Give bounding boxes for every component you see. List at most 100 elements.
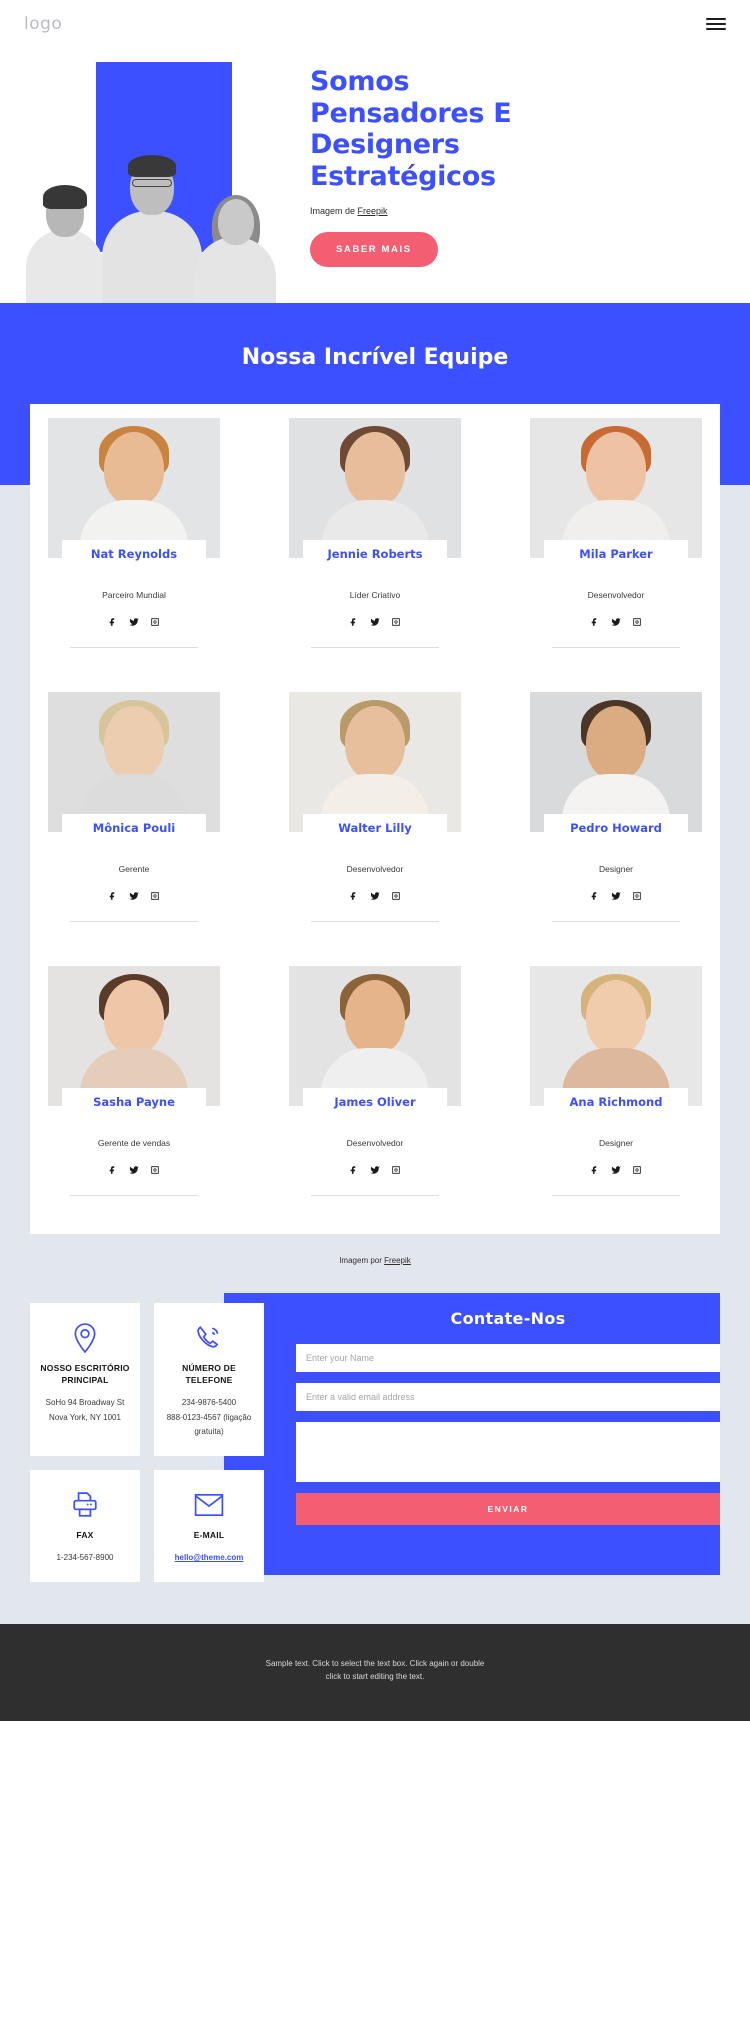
instagram-icon[interactable] <box>391 614 401 632</box>
member-role: Líder Criativo <box>349 590 401 600</box>
hero-credit-link[interactable]: Freepik <box>358 206 388 216</box>
member-name: Nat Reynolds <box>62 540 206 569</box>
hero-title-line: Somos <box>310 66 410 97</box>
member-socials <box>289 888 461 906</box>
twitter-icon[interactable] <box>129 614 139 632</box>
member-name: Mila Parker <box>544 540 688 569</box>
enviar-button[interactable]: ENVIAR <box>296 1493 720 1525</box>
team-member-card: Jennie Roberts Líder Criativo <box>289 418 461 664</box>
instagram-icon[interactable] <box>150 1162 160 1180</box>
contact-info-line: 1-234-567-8900 <box>56 1553 114 1563</box>
member-name: Mônica Pouli <box>62 814 206 843</box>
saber-mais-button[interactable]: SABER MAIS <box>310 232 438 268</box>
member-socials <box>289 1162 461 1180</box>
facebook-icon[interactable] <box>108 888 118 906</box>
site-header: logo <box>0 0 750 48</box>
email-input[interactable] <box>296 1383 720 1411</box>
member-face <box>586 706 646 780</box>
team-member-card: James Oliver Desenvolvedor <box>289 966 461 1212</box>
team-member-card: Nat Reynolds Parceiro Mundial <box>48 418 220 664</box>
contact-info-title: NÚMERO DE TELEFONE <box>182 1363 236 1385</box>
printer-icon <box>38 1488 132 1522</box>
instagram-icon[interactable] <box>632 614 642 632</box>
logo[interactable]: logo <box>24 14 62 34</box>
team-grid: Nat Reynolds Parceiro Mundial Jennie Rober… <box>30 404 720 1234</box>
team-credit-prefix: Imagem por <box>339 1256 385 1265</box>
contact-email-link-wrap: hello@theme.com <box>162 1551 256 1566</box>
member-divider <box>552 921 680 922</box>
team-row: Mônica Pouli Gerente Walter Lilly Desenvolv… <box>30 692 720 938</box>
team-title: Nossa Incrível Equipe <box>241 345 509 370</box>
hero-image-credit: Imagem de Freepik <box>310 206 710 216</box>
contact-info-grid: NOSSO ESCRITÓRIO PRINCIPAL SoHo 94 Broadw… <box>30 1303 264 1582</box>
member-role: Designer <box>598 864 634 874</box>
facebook-icon[interactable] <box>349 888 359 906</box>
member-face <box>345 980 405 1054</box>
member-divider <box>311 1195 439 1196</box>
hero-title-line: Estratégicos <box>310 160 496 192</box>
instagram-icon[interactable] <box>150 888 160 906</box>
footer-line-1: Sample text. Click to select the text bo… <box>265 1658 485 1668</box>
member-socials <box>48 888 220 906</box>
twitter-icon[interactable] <box>611 1162 621 1180</box>
twitter-icon[interactable] <box>370 888 380 906</box>
facebook-icon[interactable] <box>108 614 118 632</box>
twitter-icon[interactable] <box>370 614 380 632</box>
team-member-card: Sasha Payne Gerente de vendas <box>48 966 220 1212</box>
facebook-icon[interactable] <box>590 1162 600 1180</box>
hamburger-icon[interactable] <box>706 15 726 33</box>
member-socials <box>530 1162 702 1180</box>
member-socials <box>530 614 702 632</box>
facebook-icon[interactable] <box>590 614 600 632</box>
member-divider <box>552 1195 680 1196</box>
member-name: Walter Lilly <box>303 814 447 843</box>
member-role: Desenvolvedor <box>346 864 404 874</box>
member-photo <box>289 966 461 1106</box>
hero-team-photo <box>18 128 288 303</box>
twitter-icon[interactable] <box>611 614 621 632</box>
member-role: Desenvolvedor <box>346 1138 404 1148</box>
phone-call-icon <box>162 1321 256 1355</box>
member-photo <box>289 692 461 832</box>
instagram-icon[interactable] <box>391 1162 401 1180</box>
contact-form-title: Contate-Nos <box>450 1309 566 1328</box>
member-role: Designer <box>598 1138 634 1148</box>
message-textarea[interactable] <box>296 1422 720 1482</box>
twitter-icon[interactable] <box>370 1162 380 1180</box>
member-socials <box>48 614 220 632</box>
team-image-credit: Imagem por Freepik <box>0 1234 750 1265</box>
member-face <box>104 706 164 780</box>
team-section: Nossa Incrível Equipe Nat Reynolds Parcei… <box>0 303 750 1265</box>
member-role: Parceiro Mundial <box>102 590 166 600</box>
hero-title-line: Pensadores E <box>310 97 512 129</box>
name-input[interactable] <box>296 1344 720 1372</box>
contact-info-card: FAX 1-234-567-8900 <box>30 1470 140 1582</box>
member-face <box>345 432 405 506</box>
twitter-icon[interactable] <box>129 1162 139 1180</box>
instagram-icon[interactable] <box>391 888 401 906</box>
twitter-icon[interactable] <box>611 888 621 906</box>
instagram-icon[interactable] <box>632 1162 642 1180</box>
member-photo <box>530 966 702 1106</box>
instagram-icon[interactable] <box>150 614 160 632</box>
member-divider <box>70 647 198 648</box>
member-role: Gerente de vendas <box>97 1138 171 1148</box>
contact-info-card: E-MAIL hello@theme.com <box>154 1470 264 1582</box>
contact-info-lines: 234-9876-5400 888-0123-4567 (ligação grat… <box>162 1396 256 1440</box>
contact-info-line: Nova York, NY 1001 <box>49 1412 121 1422</box>
member-photo <box>530 418 702 558</box>
hamburger-bar <box>706 23 726 25</box>
facebook-icon[interactable] <box>590 888 600 906</box>
instagram-icon[interactable] <box>632 888 642 906</box>
hero-title: Somos Pensadores E Designers Estratégico… <box>310 66 710 192</box>
facebook-icon[interactable] <box>349 614 359 632</box>
member-photo <box>48 418 220 558</box>
footer-line-2: click to start editing the text. <box>325 1671 425 1681</box>
contact-info-lines: 1-234-567-8900 <box>38 1551 132 1566</box>
contact-info-title: NOSSO ESCRITÓRIO PRINCIPAL <box>40 1363 130 1385</box>
facebook-icon[interactable] <box>108 1162 118 1180</box>
twitter-icon[interactable] <box>129 888 139 906</box>
email-link[interactable]: hello@theme.com <box>175 1553 244 1562</box>
facebook-icon[interactable] <box>349 1162 359 1180</box>
team-credit-link[interactable]: Freepik <box>384 1256 411 1265</box>
